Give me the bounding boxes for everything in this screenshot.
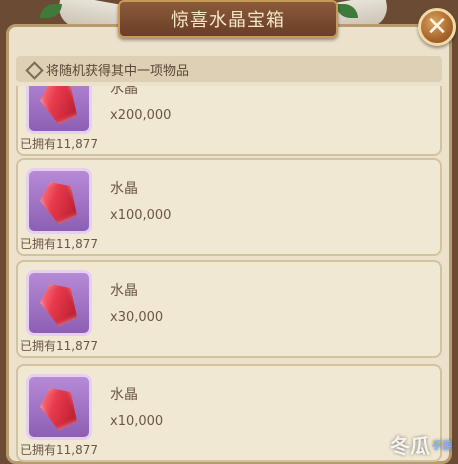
item-name: 水晶 (110, 181, 138, 197)
reward-item: 水晶 x100,000 已拥有11,877 (16, 158, 442, 256)
diamond-icon (26, 62, 40, 76)
dialog-title: 惊喜水晶宝箱 (118, 0, 338, 38)
hint-bar: 将随机获得其中一项物品 (16, 56, 442, 82)
owned-count: 已拥有11,877 (20, 237, 98, 251)
close-icon: ✕ (426, 12, 448, 42)
item-quantity: x100,000 (110, 208, 172, 223)
owned-count: 已拥有11,877 (20, 137, 98, 151)
item-name: 水晶 (110, 387, 138, 403)
crystal-icon (35, 86, 84, 127)
game-window-frame: 惊喜水晶宝箱 ✕ 将随机获得其中一项物品 水晶 x200,000 已拥有11,8… (0, 0, 458, 464)
site-watermark-logo: 冬瓜 手游 (332, 426, 452, 462)
item-icon-frame (26, 374, 92, 440)
crystal-icon (35, 175, 84, 227)
reward-item: 水晶 x200,000 已拥有11,877 (16, 86, 442, 156)
leaf-decoration-left (40, 4, 62, 18)
item-quantity: x200,000 (110, 108, 172, 123)
crystal-icon (35, 381, 84, 433)
crystal-icon (35, 277, 84, 329)
reward-item: 水晶 x30,000 已拥有11,877 (16, 260, 442, 358)
owned-count: 已拥有11,877 (20, 443, 98, 457)
item-name: 水晶 (110, 86, 138, 97)
owned-count: 已拥有11,877 (20, 339, 98, 353)
close-button[interactable]: ✕ (418, 8, 456, 46)
item-quantity: x10,000 (110, 414, 164, 429)
watermark-sub: 手游 (432, 440, 452, 452)
item-icon-frame (26, 168, 92, 234)
item-icon-frame (26, 270, 92, 336)
reward-list[interactable]: 水晶 x200,000 已拥有11,877 水晶 x100,000 已拥有11,… (16, 86, 442, 464)
item-quantity: x30,000 (110, 310, 164, 325)
item-name: 水晶 (110, 283, 138, 299)
item-icon-frame (26, 86, 92, 134)
watermark-main: 冬瓜 (390, 433, 430, 458)
hint-text: 将随机获得其中一项物品 (46, 63, 190, 79)
